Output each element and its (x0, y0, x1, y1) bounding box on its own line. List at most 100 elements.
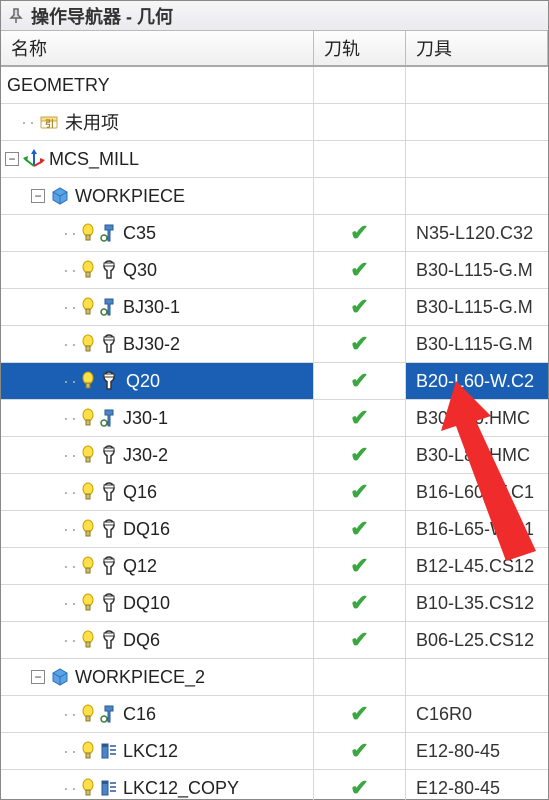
bulb-status-icon (81, 556, 95, 576)
operation-row[interactable]: C16 ✔ C16R0 (1, 696, 548, 733)
bulb-status-icon (81, 297, 95, 317)
tree-label: MCS_MILL (49, 149, 139, 170)
operation-name: Q30 (123, 260, 157, 281)
toolpath-check-icon: ✔ (350, 553, 368, 579)
toolpath-check-icon: ✔ (350, 627, 368, 653)
bulb-status-icon (81, 223, 95, 243)
tool-name: B20-L60-W.C2 (416, 371, 534, 392)
operation-row[interactable]: J30-1 ✔ B30-L80.HMC (1, 400, 548, 437)
tree-row-workpiece[interactable]: − WORKPIECE (1, 178, 548, 215)
expand-toggle[interactable]: − (5, 152, 19, 166)
tree-connector-icon (61, 630, 81, 651)
column-header-tool[interactable]: 刀具 (406, 31, 548, 65)
bulb-status-icon (81, 445, 95, 465)
toolpath-check-icon: ✔ (350, 590, 368, 616)
tree-connector-icon (61, 778, 81, 799)
operation-row[interactable]: DQ6 ✔ B06-L25.CS12 (1, 622, 548, 659)
operation-row[interactable]: LKC12_COPY✔E12-80-45 (1, 770, 548, 800)
operation-name: DQ16 (123, 519, 170, 540)
operation-name: Q12 (123, 556, 157, 577)
toolpath-check-icon: ✔ (350, 701, 368, 727)
tree-connector-icon (61, 260, 81, 281)
operation-name: C35 (123, 223, 156, 244)
tool-name: B30-L115-G.M (416, 334, 533, 355)
operation-type-icon (99, 297, 119, 317)
expand-toggle[interactable]: − (31, 670, 45, 684)
operation-row[interactable]: BJ30-2 ✔ B30-L115-G.M (1, 326, 548, 363)
operation-row[interactable]: DQ10✔B10-L35.CS12 (1, 585, 548, 622)
tool-name: C16R0 (416, 704, 472, 725)
operation-name: Q20 (123, 370, 163, 393)
operation-name: Q16 (123, 482, 157, 503)
toolpath-check-icon: ✔ (350, 775, 368, 800)
tree-row-mcs[interactable]: − MCS_MILL (1, 141, 548, 178)
operation-name: LKC12 (123, 741, 178, 762)
tree-connector-icon (19, 112, 39, 133)
tree-row-geometry[interactable]: GEOMETRY (1, 67, 548, 104)
operation-name: BJ30-2 (123, 334, 180, 355)
operation-type-icon (99, 408, 119, 428)
tree-label: WORKPIECE (75, 186, 185, 207)
bulb-status-icon (81, 371, 95, 391)
tree-connector-icon (61, 371, 81, 392)
tool-name: B30-L80.HMC (416, 408, 530, 429)
operation-row[interactable]: DQ16✔B16-L65-W.C1 (1, 511, 548, 548)
tool-name: B12-L45.CS12 (416, 556, 534, 577)
bulb-status-icon (81, 334, 95, 354)
window-title: 操作导航器 - 几何 (31, 3, 173, 29)
operation-type-icon (99, 334, 119, 354)
operation-type-icon (99, 704, 119, 724)
svg-text:引: 引 (45, 118, 54, 129)
toolpath-check-icon: ✔ (350, 479, 368, 505)
bulb-status-icon (81, 482, 95, 502)
expand-toggle[interactable]: − (31, 189, 45, 203)
toolpath-check-icon: ✔ (350, 405, 368, 431)
bulb-status-icon (81, 778, 95, 798)
toolpath-check-icon: ✔ (350, 368, 368, 394)
tree-view[interactable]: GEOMETRY 引 未用项 − MCS_MILL (1, 67, 548, 800)
bulb-status-icon (81, 260, 95, 280)
tree-row-workpiece2[interactable]: − WORKPIECE_2 (1, 659, 548, 696)
mcs-axis-icon (23, 149, 45, 169)
operation-name: J30-1 (123, 408, 168, 429)
tool-name: B10-L35.CS12 (416, 593, 534, 614)
operation-name: C16 (123, 704, 156, 725)
tree-connector-icon (61, 408, 81, 429)
tool-name: B16-L60-W.C1 (416, 482, 534, 503)
toolpath-check-icon: ✔ (350, 516, 368, 542)
tree-row-unused[interactable]: 引 未用项 (1, 104, 548, 141)
pin-icon[interactable] (7, 7, 25, 25)
operation-type-icon (99, 630, 119, 650)
operation-row[interactable]: J30-2✔B30-L80.HMC (1, 437, 548, 474)
toolpath-check-icon: ✔ (350, 331, 368, 357)
tool-name: B30-L80.HMC (416, 445, 530, 466)
operation-row[interactable]: Q16 ✔ B16-L60-W.C1 (1, 474, 548, 511)
operation-type-icon (99, 741, 119, 761)
operation-type-icon (99, 778, 119, 798)
bulb-status-icon (81, 630, 95, 650)
operation-row[interactable]: BJ30-1✔B30-L115-G.M (1, 289, 548, 326)
operation-type-icon (99, 482, 119, 502)
window-titlebar[interactable]: 操作导航器 - 几何 (1, 1, 548, 31)
operation-row[interactable]: Q30✔B30-L115-G.M (1, 252, 548, 289)
toolpath-check-icon: ✔ (350, 738, 368, 764)
operation-row[interactable]: Q12 ✔ B12-L45.CS12 (1, 548, 548, 585)
tool-name: B30-L115-G.M (416, 260, 533, 281)
bulb-status-icon (81, 704, 95, 724)
workpiece-icon (49, 667, 71, 687)
operation-name: DQ6 (123, 630, 160, 651)
bulb-status-icon (81, 593, 95, 613)
column-header-name[interactable]: 名称 (1, 31, 314, 65)
tool-name: N35-L120.C32 (416, 223, 533, 244)
bulb-status-icon (81, 741, 95, 761)
operation-row[interactable]: C35✔N35-L120.C32 (1, 215, 548, 252)
tool-name: E12-80-45 (416, 741, 500, 762)
tool-name: B06-L25.CS12 (416, 630, 534, 651)
operation-row[interactable]: Q20 ✔ B20-L60-W.C2 (1, 363, 548, 400)
operation-row[interactable]: LKC12 ✔ E12-80-45 (1, 733, 548, 770)
tree-connector-icon (61, 556, 81, 577)
tree-connector-icon (61, 297, 81, 318)
column-header-path[interactable]: 刀轨 (314, 31, 406, 65)
operation-type-icon (99, 593, 119, 613)
tree-connector-icon (61, 741, 81, 762)
